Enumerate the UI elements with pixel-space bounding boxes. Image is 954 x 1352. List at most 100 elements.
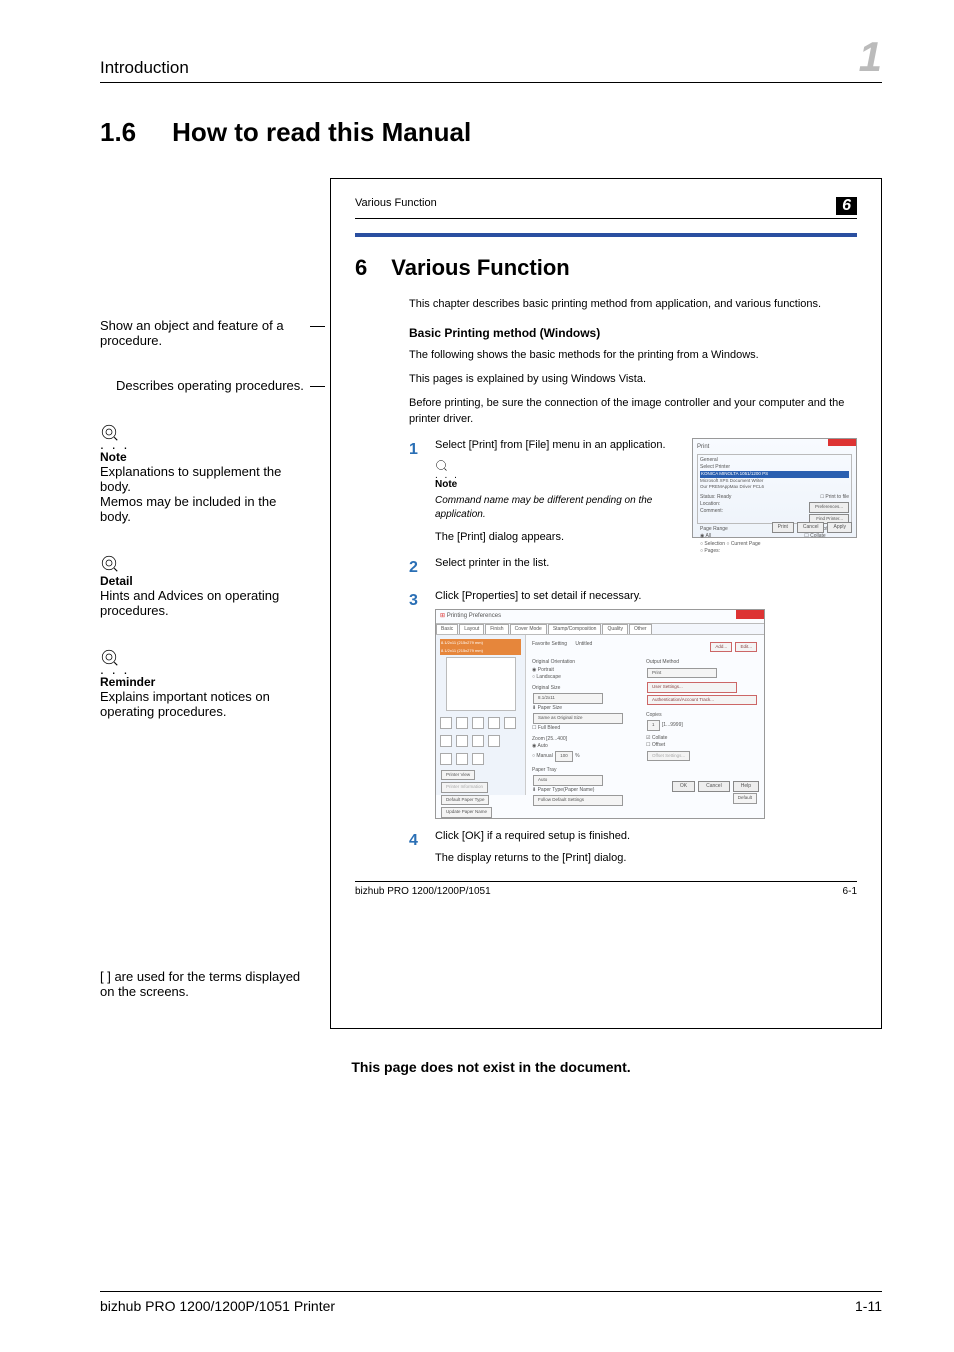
note-label: Note bbox=[100, 450, 310, 464]
callout-brackets: [ ] are used for the terms displayed on … bbox=[100, 969, 310, 999]
reminder-dots: . . . bbox=[100, 666, 310, 673]
apply-button[interactable]: Apply bbox=[827, 522, 852, 533]
ok-button[interactable]: OK bbox=[672, 781, 695, 792]
inline-note-text: Command name may be different pending on… bbox=[435, 494, 678, 522]
view-icon[interactable] bbox=[456, 753, 468, 765]
step-text: Select [Print] from [File] menu in an ap… bbox=[435, 438, 678, 453]
paper-type-label: Paper Type(Paper Name) bbox=[538, 787, 595, 793]
offset-settings-button[interactable]: Offset Settings... bbox=[647, 751, 690, 762]
current-page-radio[interactable]: Current Page bbox=[731, 541, 761, 547]
example-running-head: Various Function 6 bbox=[355, 197, 857, 219]
orig-size-value[interactable]: 8.1/2x11 bbox=[533, 693, 603, 704]
preferences-button[interactable]: Preferences... bbox=[809, 502, 849, 513]
step-number: 2 bbox=[409, 556, 423, 579]
default-paper-button[interactable]: Default Paper Type bbox=[441, 795, 489, 806]
zoom-manual-radio[interactable]: Manual bbox=[536, 753, 552, 759]
printer-info-button[interactable]: Printer Information bbox=[441, 782, 488, 793]
paper-tray-value[interactable]: Auto bbox=[533, 775, 603, 786]
cancel-button[interactable]: Cancel bbox=[698, 781, 730, 792]
add-button[interactable]: Add... bbox=[710, 642, 732, 653]
zoom-auto-radio[interactable]: Auto bbox=[537, 743, 547, 749]
example-head-left: Various Function bbox=[355, 197, 437, 215]
edit-button[interactable]: Edit... bbox=[735, 642, 757, 653]
favorite-label: Favorite Setting bbox=[532, 641, 567, 647]
example-para: This pages is explained by using Windows… bbox=[409, 372, 857, 388]
page-footer: bizhub PRO 1200/1200P/1051 Printer 1-11 bbox=[100, 1291, 882, 1314]
chapter-number: 1 bbox=[859, 36, 882, 78]
selection-radio[interactable]: Selection bbox=[704, 541, 725, 547]
step-result: The display returns to the [Print] dialo… bbox=[435, 851, 857, 867]
tab-stamp[interactable]: Stamp/Composition bbox=[548, 624, 602, 634]
tab-bar: Basic Layout Finish Cover Mode Stamp/Com… bbox=[436, 624, 764, 635]
view-icon[interactable] bbox=[440, 717, 452, 729]
dialog-title: Print bbox=[697, 443, 852, 452]
step-number: 3 bbox=[409, 589, 423, 819]
view-icon[interactable] bbox=[456, 717, 468, 729]
copies-input[interactable]: 1 bbox=[647, 720, 660, 731]
tab-other[interactable]: Other bbox=[629, 624, 652, 634]
tab-layout[interactable]: Layout bbox=[459, 624, 484, 634]
print-to-file-checkbox[interactable]: Print to file bbox=[825, 494, 849, 500]
default-button[interactable]: Default bbox=[733, 793, 757, 804]
favorite-value[interactable]: Untitled bbox=[575, 641, 592, 647]
auth-track-button[interactable]: Authentication/Account Track... bbox=[647, 695, 757, 706]
paper-tray-label: Paper Tray bbox=[532, 767, 628, 774]
view-icon[interactable] bbox=[488, 735, 500, 747]
paper-size-value[interactable]: Same as Original Size bbox=[533, 713, 623, 724]
portrait-radio[interactable]: Portrait bbox=[538, 667, 554, 673]
printer-view-button[interactable]: Printer View bbox=[441, 770, 475, 781]
example-footer-left: bizhub PRO 1200/1200P/1051 bbox=[355, 886, 491, 897]
props-content: Favorite Setting Untitled Add... Edit... bbox=[526, 635, 764, 795]
view-icon[interactable] bbox=[472, 735, 484, 747]
view-icon[interactable] bbox=[440, 753, 452, 765]
callout-reminder: . . . Reminder Explains important notice… bbox=[100, 648, 310, 719]
tab-quality[interactable]: Quality bbox=[602, 624, 628, 634]
help-button[interactable]: Help bbox=[733, 781, 759, 792]
reminder-label: Reminder bbox=[100, 675, 310, 689]
view-icon[interactable] bbox=[472, 753, 484, 765]
paper-type-value[interactable]: Follow Default Settings bbox=[533, 795, 623, 806]
user-settings-button[interactable]: User Settings... bbox=[647, 682, 737, 693]
paper-size-label: Paper Size bbox=[538, 705, 562, 711]
print-dialog-thumbnail: Print General Select Printer KONICA MINO… bbox=[692, 438, 857, 538]
props-title: Printing Preferences bbox=[447, 613, 501, 619]
example-chapter-title: Various Function bbox=[391, 255, 569, 281]
paper-preview bbox=[446, 657, 516, 711]
pages-radio[interactable]: Pages: bbox=[704, 548, 720, 554]
comment-label: Comment: bbox=[700, 508, 723, 514]
zoom-value[interactable]: 100 bbox=[555, 751, 573, 762]
example-footer: bizhub PRO 1200/1200P/1051 6-1 bbox=[355, 881, 857, 897]
all-radio[interactable]: All bbox=[705, 533, 711, 539]
output-method-value[interactable]: Print bbox=[647, 668, 717, 679]
zoom-label: Zoom [25...400] bbox=[532, 736, 628, 743]
collate-checkbox[interactable]: Collate bbox=[652, 735, 668, 741]
collate-checkbox[interactable]: Collate bbox=[810, 533, 826, 539]
view-icon[interactable] bbox=[504, 717, 516, 729]
copies-label: Copies bbox=[646, 712, 758, 719]
print-button[interactable]: Print bbox=[772, 522, 794, 533]
view-icon[interactable] bbox=[456, 735, 468, 747]
example-subheading: Basic Printing method (Windows) bbox=[409, 325, 857, 342]
copies-range: [1...9999] bbox=[662, 722, 683, 728]
update-paper-button[interactable]: Update Paper Name bbox=[441, 807, 492, 818]
full-bleed-checkbox[interactable]: Full Bleed bbox=[538, 725, 560, 731]
callout-text: Hints and Advices on operating procedure… bbox=[100, 588, 279, 618]
orientation-label: Original Orientation bbox=[532, 659, 628, 666]
view-icon[interactable] bbox=[440, 735, 452, 747]
printer-item[interactable]: Our PREMAppMax Driver PCL6 bbox=[700, 484, 849, 491]
tab-cover[interactable]: Cover Mode bbox=[510, 624, 547, 634]
example-chapter-badge: 6 bbox=[836, 197, 857, 215]
percent-label: % bbox=[575, 753, 579, 759]
step-1: 1 Select [Print] from [File] menu in an … bbox=[409, 438, 857, 546]
tab-basic[interactable]: Basic bbox=[436, 624, 458, 634]
tab-finish[interactable]: Finish bbox=[485, 624, 508, 634]
offset-checkbox[interactable]: Offset bbox=[652, 742, 665, 748]
callout-note: . . . Note Explanations to supplement th… bbox=[100, 423, 310, 524]
step-4: 4 Click [OK] if a required setup is fini… bbox=[409, 829, 857, 867]
callout-text: Describes operating procedures. bbox=[116, 378, 304, 393]
step-3: 3 Click [Properties] to set detail if ne… bbox=[409, 589, 857, 819]
view-icon[interactable] bbox=[472, 717, 484, 729]
cancel-button[interactable]: Cancel bbox=[797, 522, 825, 533]
landscape-radio[interactable]: Landscape bbox=[536, 674, 560, 680]
view-icon[interactable] bbox=[488, 717, 500, 729]
